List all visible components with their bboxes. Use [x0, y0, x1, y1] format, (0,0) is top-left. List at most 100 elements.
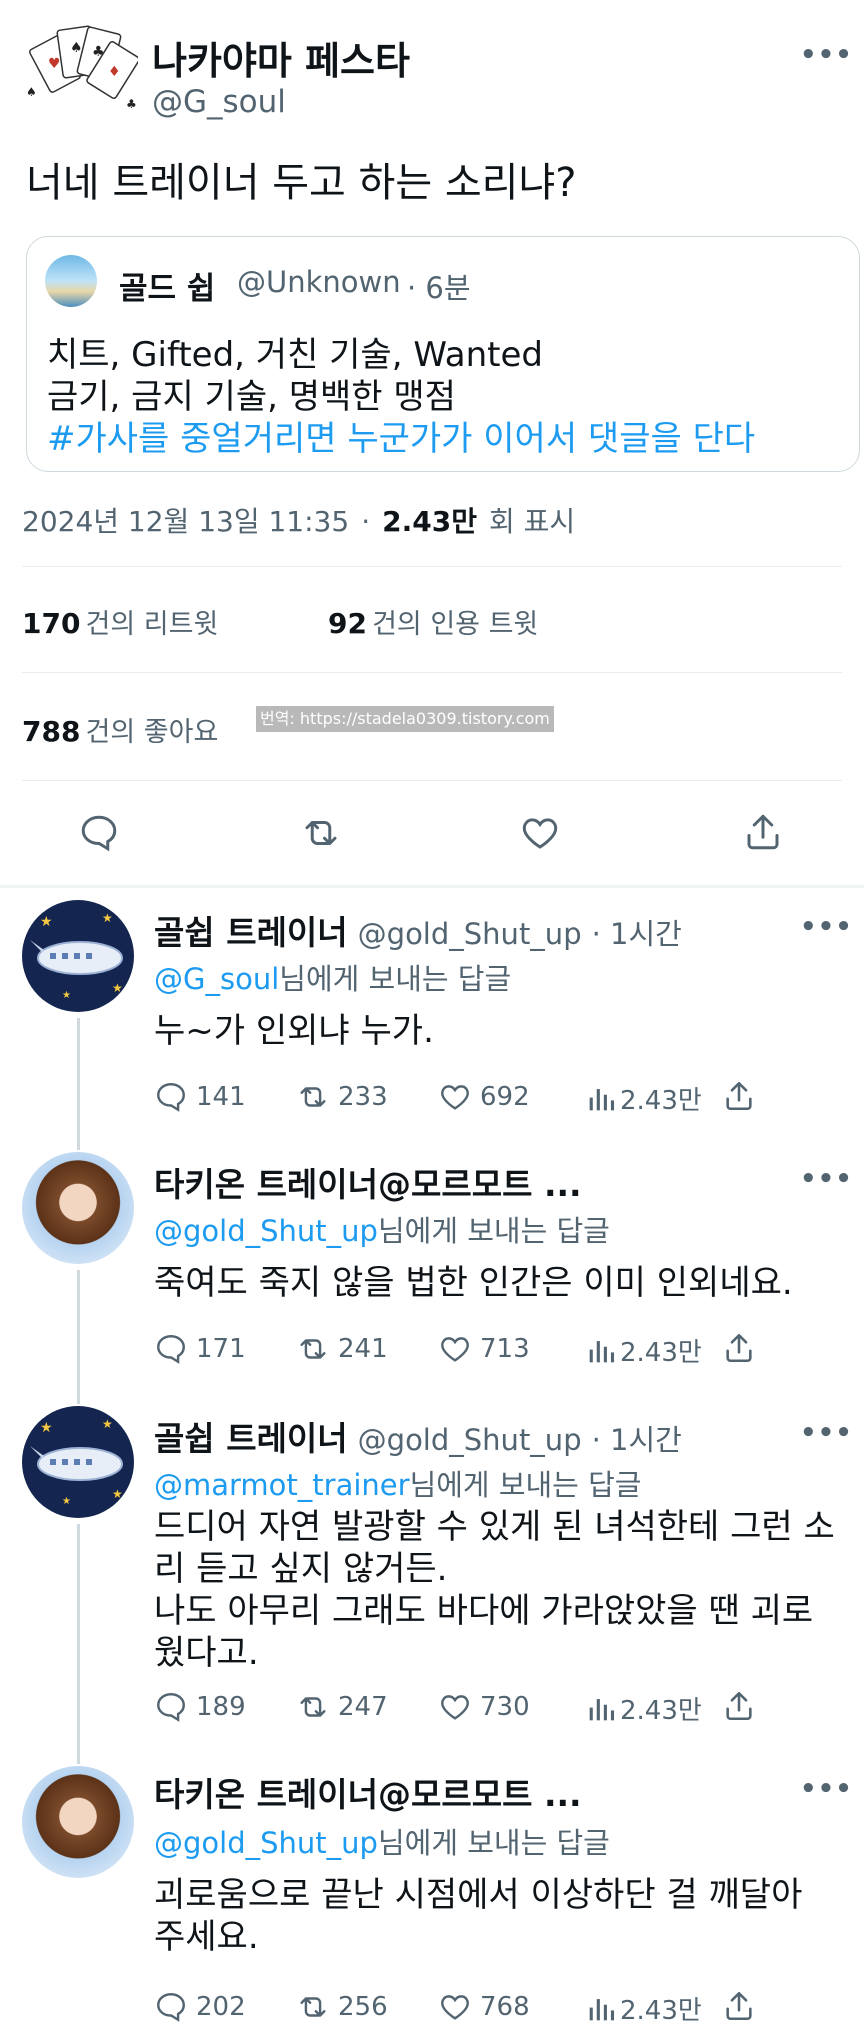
share-icon[interactable] [722, 1330, 756, 1370]
avatar-airship[interactable]: ★ ★ ★ ★ [22, 1406, 134, 1518]
reply-header: 타키온 트레이너@모르모트 ... [154, 1768, 582, 1816]
like-icon[interactable] [518, 812, 562, 858]
author-handle[interactable]: @G_soul [152, 84, 286, 120]
like-action[interactable]: 713 [438, 1332, 530, 1366]
replying-to: @gold_Shut_up님에게 보내는 답글 [154, 1208, 610, 1250]
thread-line [77, 1018, 80, 1150]
retweets-label: 건의 리트윗 [85, 609, 219, 640]
reply-author-handle[interactable]: @gold_Shut_up [358, 917, 582, 951]
retweet-action[interactable]: 241 [296, 1332, 388, 1366]
like-stats[interactable]: 788 건의 좋아요 [22, 710, 218, 749]
like-icon [441, 1695, 469, 1720]
comment-icon [157, 1693, 185, 1722]
divider [22, 672, 842, 673]
like-action[interactable]: 692 [438, 1080, 530, 1114]
retweet-count: 233 [338, 1082, 388, 1112]
quote-avatar [45, 255, 97, 307]
likes-label: 건의 좋아요 [85, 717, 219, 748]
tweet-meta: 2024년 12월 13일 11:35 · 2.43만 회 표시 [22, 500, 575, 540]
retweet-icon [300, 1339, 326, 1359]
reply-to-suffix: 님에게 보내는 답글 [377, 1214, 610, 1248]
more-icon[interactable]: ••• [800, 1418, 853, 1448]
reply-action[interactable]: 171 [154, 1332, 246, 1366]
more-icon[interactable]: ••• [800, 40, 853, 70]
reply-text: 괴로움으로 끝난 시점에서 이상하단 걸 깨달아 주세요. [154, 1875, 803, 1957]
retweet-stats[interactable]: 170 건의 리트윗 [22, 602, 218, 641]
reply-to-handle[interactable]: @marmot_trainer [154, 1468, 410, 1502]
reply-author-name[interactable]: 타키온 트레이너@모르모트 ... [154, 1775, 582, 1814]
reply-action[interactable]: 189 [154, 1690, 246, 1724]
quote-author-handle: @Unknown [237, 265, 401, 299]
reply-header: 골쉽 트레이너 @gold_Shut_up · 1시간 [154, 906, 682, 954]
reply-author-name[interactable]: 골쉽 트레이너 [154, 906, 348, 954]
comment-icon [157, 1083, 185, 1112]
retweet-icon[interactable] [298, 812, 344, 858]
share-icon[interactable] [722, 1988, 756, 2028]
retweet-action[interactable]: 233 [296, 1080, 388, 1114]
svg-text:♠: ♠ [70, 40, 83, 56]
reply-author-name[interactable]: 타키온 트레이너@모르모트 ... [154, 1165, 582, 1204]
comment-count: 189 [196, 1692, 246, 1722]
thread-line [77, 1270, 80, 1404]
comment-icon [157, 1335, 185, 1364]
reply-to-handle[interactable]: @gold_Shut_up [154, 1214, 378, 1248]
svg-text:★: ★ [112, 981, 123, 995]
svg-text:★: ★ [102, 1417, 113, 1431]
views-count: 2.43만 [382, 505, 477, 538]
more-icon[interactable]: ••• [800, 912, 853, 942]
section-divider [0, 885, 864, 888]
svg-text:★: ★ [40, 914, 53, 930]
svg-text:♦: ♦ [108, 64, 121, 80]
quote-card[interactable]: 골드 쉽 @Unknown · 6분 치트, Gifted, 거친 기술, Wa… [26, 236, 860, 472]
like-action[interactable]: 730 [438, 1690, 530, 1724]
reply-icon[interactable] [78, 812, 120, 858]
svg-text:★: ★ [112, 1487, 123, 1501]
reply-action[interactable]: 202 [154, 1990, 246, 2024]
reply-to-handle[interactable]: @G_soul [154, 962, 279, 996]
reply-action[interactable]: 141 [154, 1080, 246, 1114]
svg-text:★: ★ [40, 1420, 53, 1436]
reply-to-suffix: 님에게 보내는 답글 [279, 962, 512, 996]
retweet-icon [300, 1087, 326, 1107]
replying-to: @marmot_trainer님에게 보내는 답글 [154, 1462, 641, 1504]
avatar-airship[interactable]: ★ ★ ★ ★ [22, 900, 134, 1012]
share-icon[interactable] [722, 1078, 756, 1118]
retweet-action[interactable]: 247 [296, 1690, 388, 1724]
reply-author-name[interactable]: 골쉽 트레이너 [154, 1412, 348, 1460]
meta-sep: · [361, 505, 371, 538]
views-label: 회 표시 [488, 505, 576, 538]
avatar-cards[interactable]: ♥ ♠ ♣ ♦ ♠ ♣ [22, 18, 140, 118]
like-count: 730 [480, 1692, 530, 1722]
avatar-takion[interactable] [22, 1766, 134, 1878]
like-icon [441, 1995, 469, 2020]
divider [22, 566, 842, 567]
more-icon[interactable]: ••• [800, 1164, 853, 1194]
translator-watermark: 번역: https://stadela0309.tistory.com [256, 706, 554, 732]
views-action[interactable]: 2.43만 [584, 1690, 702, 1727]
avatar-takion[interactable] [22, 1152, 134, 1264]
quote-stats[interactable]: 92 건의 인용 트윗 [328, 602, 538, 641]
reply-to-handle[interactable]: @gold_Shut_up [154, 1826, 378, 1860]
reply-author-handle[interactable]: @gold_Shut_up [358, 1423, 582, 1457]
svg-text:♣: ♣ [126, 97, 137, 111]
share-icon[interactable] [722, 1688, 756, 1728]
views-icon [589, 1698, 615, 1720]
views-action[interactable]: 2.43만 [584, 1990, 702, 2027]
author-name[interactable]: 나카야마 페스타 [152, 30, 410, 85]
reply-header: 타키온 트레이너@모르모트 ... [154, 1158, 582, 1206]
svg-text:♣: ♣ [92, 44, 105, 60]
like-action[interactable]: 768 [438, 1990, 530, 2024]
more-icon[interactable]: ••• [800, 1774, 853, 1804]
tweet-date: 2024년 12월 13일 11:35 [22, 505, 350, 538]
retweet-action[interactable]: 256 [296, 1990, 388, 2024]
views-action[interactable]: 2.43만 [584, 1332, 702, 1369]
share-icon[interactable] [742, 810, 784, 858]
reply-to-suffix: 님에게 보내는 답글 [377, 1826, 610, 1860]
comment-icon [157, 1993, 185, 2022]
quote-hashtag[interactable]: #가사를 중얼거리면 누군가가 이어서 댓글을 단다 [47, 411, 755, 460]
retweet-count: 256 [338, 1992, 388, 2022]
views-action[interactable]: 2.43만 [584, 1080, 702, 1117]
retweet-count: 247 [338, 1692, 388, 1722]
svg-text:★: ★ [102, 911, 113, 925]
svg-text:★: ★ [62, 990, 71, 1001]
